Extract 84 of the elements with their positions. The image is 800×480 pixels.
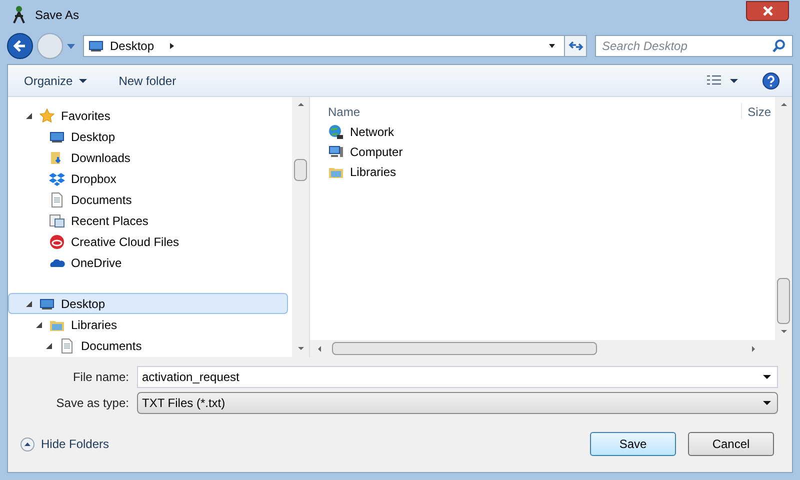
creative-cloud-icon xyxy=(49,234,65,250)
address-bar[interactable]: Desktop xyxy=(83,35,587,57)
save-button[interactable]: Save xyxy=(590,432,676,456)
file-list-item[interactable]: Computer xyxy=(328,142,775,162)
dropdown-arrow-icon[interactable] xyxy=(548,42,556,50)
close-icon xyxy=(762,5,774,17)
search-field[interactable]: Search Desktop xyxy=(595,35,793,57)
tree-item-label: Favorites xyxy=(61,108,110,124)
search-input[interactable]: Search Desktop xyxy=(602,37,772,55)
column-header[interactable]: Name xyxy=(328,103,360,119)
recent-places-icon xyxy=(49,212,65,228)
scroll-thumb[interactable] xyxy=(777,278,790,324)
tree-item[interactable]: Favorites xyxy=(8,105,288,126)
file-name-label: Libraries xyxy=(350,164,396,181)
history-dropdown-icon[interactable] xyxy=(67,42,75,50)
close-button[interactable] xyxy=(746,1,789,21)
scroll-arrow-icon[interactable] xyxy=(296,101,304,109)
network-globe-icon xyxy=(328,124,344,140)
tree-item-label: Libraries xyxy=(71,316,118,334)
app-icon xyxy=(11,5,27,25)
caret-icon[interactable] xyxy=(730,76,738,84)
expanded-arrow-icon[interactable] xyxy=(25,112,33,120)
tree-item-label: Dropbox xyxy=(71,170,116,188)
save-type-value: TXT Files (*.txt) xyxy=(142,395,226,412)
tree-item-label: Desktop xyxy=(71,128,116,146)
tree-item[interactable]: Creative Cloud Files xyxy=(8,231,288,252)
tree-item-label: Creative Cloud Files xyxy=(71,234,180,250)
scroll-arrow-icon[interactable] xyxy=(780,101,788,109)
tree-item-label: Recent Places xyxy=(71,212,148,230)
tree-item-label: OneDrive xyxy=(71,254,122,272)
scroll-arrow-icon[interactable] xyxy=(316,344,324,352)
address-location[interactable]: Desktop xyxy=(110,37,154,55)
hide-folders-button[interactable]: Hide Folders xyxy=(20,435,110,453)
expanded-arrow-icon[interactable] xyxy=(25,300,33,308)
scroll-thumb[interactable] xyxy=(332,342,597,355)
tree-item[interactable]: Downloads xyxy=(8,147,288,168)
file-name-label: Computer xyxy=(350,144,403,161)
document-icon xyxy=(59,338,75,354)
tree-item[interactable]: Dropbox xyxy=(8,168,288,189)
new-folder-button[interactable]: New folder xyxy=(114,72,180,90)
file-name-label: Network xyxy=(350,124,394,141)
file-name-field[interactable]: activation_request xyxy=(137,366,778,388)
scroll-arrow-icon[interactable] xyxy=(780,328,788,336)
star-icon xyxy=(39,108,55,124)
organize-menu-button[interactable]: Organize xyxy=(20,72,91,90)
back-button[interactable] xyxy=(7,33,33,59)
file-name-input[interactable]: activation_request xyxy=(142,368,763,386)
file-list-item[interactable]: Libraries xyxy=(328,162,775,182)
tree-item[interactable]: Recent Places xyxy=(8,210,288,231)
expanded-arrow-icon[interactable] xyxy=(35,320,43,328)
breadcrumb-arrow-icon[interactable] xyxy=(168,42,176,50)
tree-item-label: Desktop xyxy=(61,296,106,312)
tree-item-label: Documents xyxy=(71,192,132,208)
tree-item[interactable]: Libraries xyxy=(8,314,288,335)
document-icon xyxy=(49,192,65,208)
dropdown-arrow-icon[interactable] xyxy=(763,399,771,407)
expanded-arrow-icon[interactable] xyxy=(45,342,53,350)
tree-item[interactable]: OneDrive xyxy=(8,252,288,273)
caret-icon xyxy=(78,76,87,84)
computer-icon xyxy=(328,144,344,160)
vertical-scrollbar[interactable] xyxy=(292,97,309,357)
horizontal-scrollbar[interactable] xyxy=(310,340,792,357)
tree-item-label: Documents xyxy=(81,338,142,354)
tree-item[interactable]: Desktop xyxy=(8,293,288,314)
scroll-thumb[interactable] xyxy=(294,158,307,180)
save-type-dropdown[interactable]: TXT Files (*.txt) xyxy=(137,392,778,414)
monitor-icon xyxy=(88,38,104,54)
tree-item[interactable]: Desktop xyxy=(8,126,288,147)
vertical-scrollbar[interactable] xyxy=(775,97,792,340)
tree-item[interactable]: Documents xyxy=(8,335,288,356)
scroll-arrow-icon[interactable] xyxy=(296,345,304,353)
file-name-label: File name: xyxy=(72,369,129,386)
dropbox-icon xyxy=(49,170,65,186)
tree-item[interactable]: Documents xyxy=(8,189,288,210)
save-type-label: Save as type: xyxy=(55,395,129,412)
help-icon[interactable] xyxy=(762,72,780,90)
search-icon[interactable] xyxy=(772,39,786,53)
back-arrow-icon xyxy=(12,38,28,54)
window-title: Save As xyxy=(35,7,80,24)
cancel-button[interactable]: Cancel xyxy=(688,432,774,456)
dropdown-arrow-icon[interactable] xyxy=(763,373,771,381)
file-list-item[interactable]: Network xyxy=(328,122,775,142)
tree-item-label: Downloads xyxy=(71,150,130,166)
scroll-arrow-icon[interactable] xyxy=(750,344,758,352)
